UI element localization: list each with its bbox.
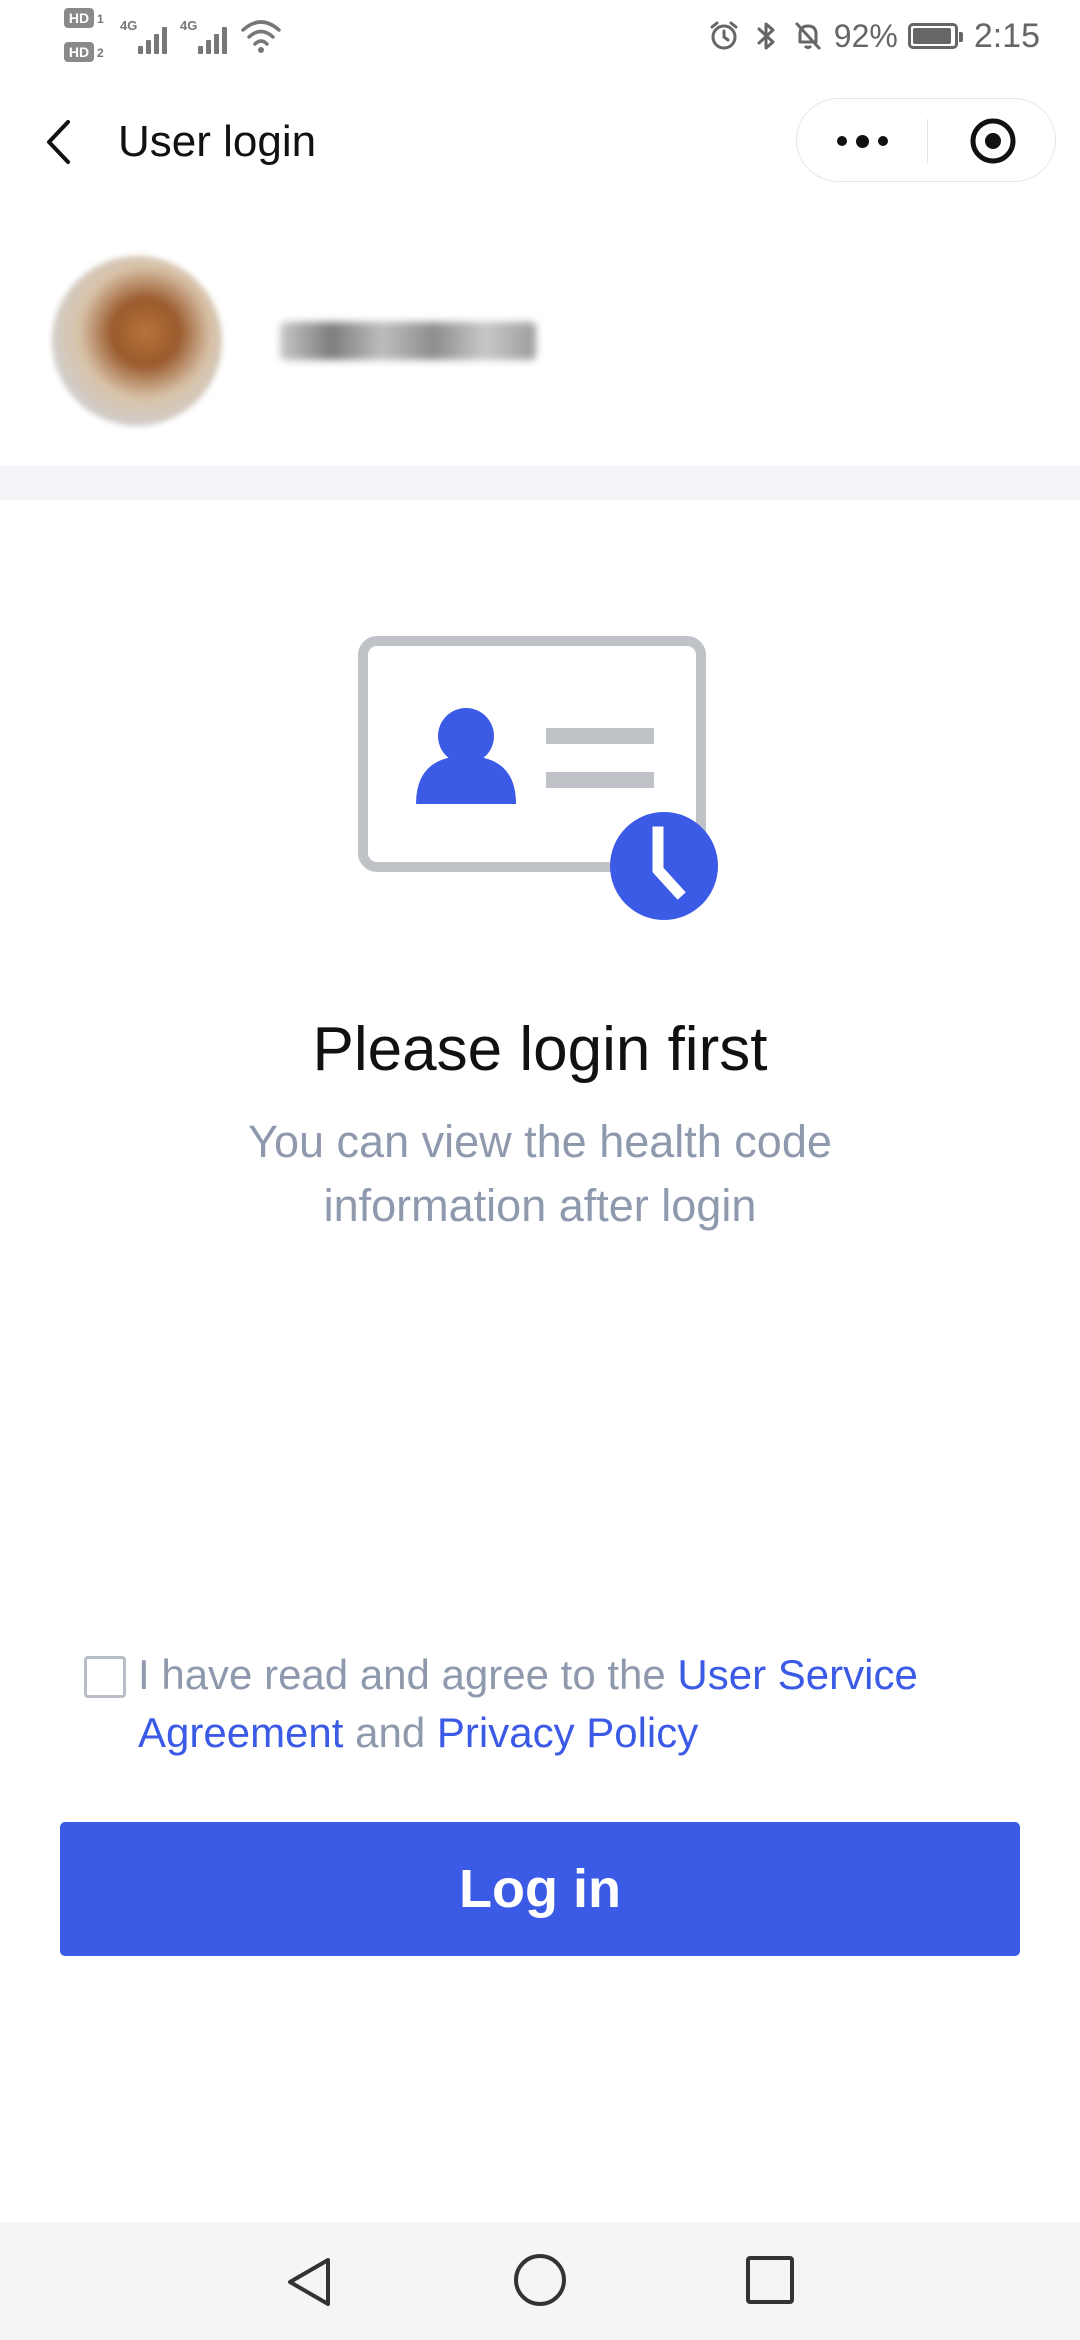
nav-back-icon[interactable] bbox=[280, 2252, 340, 2312]
hd1-badge: HD bbox=[64, 8, 94, 28]
battery-percent: 92% bbox=[833, 17, 898, 54]
bell-off-icon bbox=[795, 22, 821, 50]
hd1-sub: 1 bbox=[97, 12, 104, 26]
page-title: User login bbox=[118, 117, 317, 166]
bluetooth-icon bbox=[757, 22, 775, 50]
headline: Please login first bbox=[312, 1015, 768, 1084]
nav-recent-apps-icon[interactable] bbox=[744, 2254, 796, 2306]
wifi-icon bbox=[241, 20, 281, 53]
more-button[interactable] bbox=[797, 99, 927, 183]
id-card-clock-icon bbox=[358, 636, 718, 920]
user-info-row bbox=[0, 240, 1080, 440]
battery-icon bbox=[907, 23, 963, 49]
signal-icon: 4G bbox=[180, 18, 240, 54]
agree-checkbox[interactable] bbox=[84, 1656, 126, 1698]
hd2-sub: 2 bbox=[97, 46, 104, 60]
hd2-badge: HD bbox=[64, 42, 94, 62]
header: User login bbox=[0, 72, 1080, 208]
hd-indicators: HD 1 HD 2 bbox=[64, 8, 114, 66]
agreement-middle: and bbox=[343, 1709, 437, 1756]
alarm-icon bbox=[710, 21, 738, 50]
chevron-left-icon bbox=[47, 120, 70, 164]
signal1-tag: 4G bbox=[120, 18, 138, 33]
clock: 2:15 bbox=[973, 16, 1040, 55]
status-bar: HD 1 HD 2 4G 4G 92% 2:15 bbox=[0, 0, 1080, 72]
section-divider bbox=[0, 466, 1080, 500]
more-dots-icon bbox=[836, 136, 847, 146]
avatar bbox=[52, 256, 222, 426]
back-button[interactable] bbox=[36, 112, 80, 172]
subtext: You can view the health code information… bbox=[248, 1116, 832, 1231]
privacy-policy-link[interactable]: Privacy Policy bbox=[437, 1709, 698, 1756]
target-icon bbox=[970, 118, 1015, 164]
signal-icon: 4G bbox=[120, 18, 180, 54]
login-button[interactable]: Log in bbox=[60, 1822, 1020, 1956]
agreement-prefix: I have read and agree to the bbox=[138, 1651, 678, 1698]
agreement-text: I have read and agree to the User Servic… bbox=[138, 1646, 978, 1762]
user-name-blurred bbox=[280, 322, 536, 360]
status-right: 92% 2:15 bbox=[708, 14, 1040, 58]
signal2-tag: 4G bbox=[180, 18, 198, 33]
close-miniprogram-button[interactable] bbox=[928, 99, 1057, 183]
system-nav-bar bbox=[0, 2222, 1080, 2340]
nav-home-icon[interactable] bbox=[512, 2252, 568, 2308]
miniprogram-capsule bbox=[796, 98, 1056, 182]
